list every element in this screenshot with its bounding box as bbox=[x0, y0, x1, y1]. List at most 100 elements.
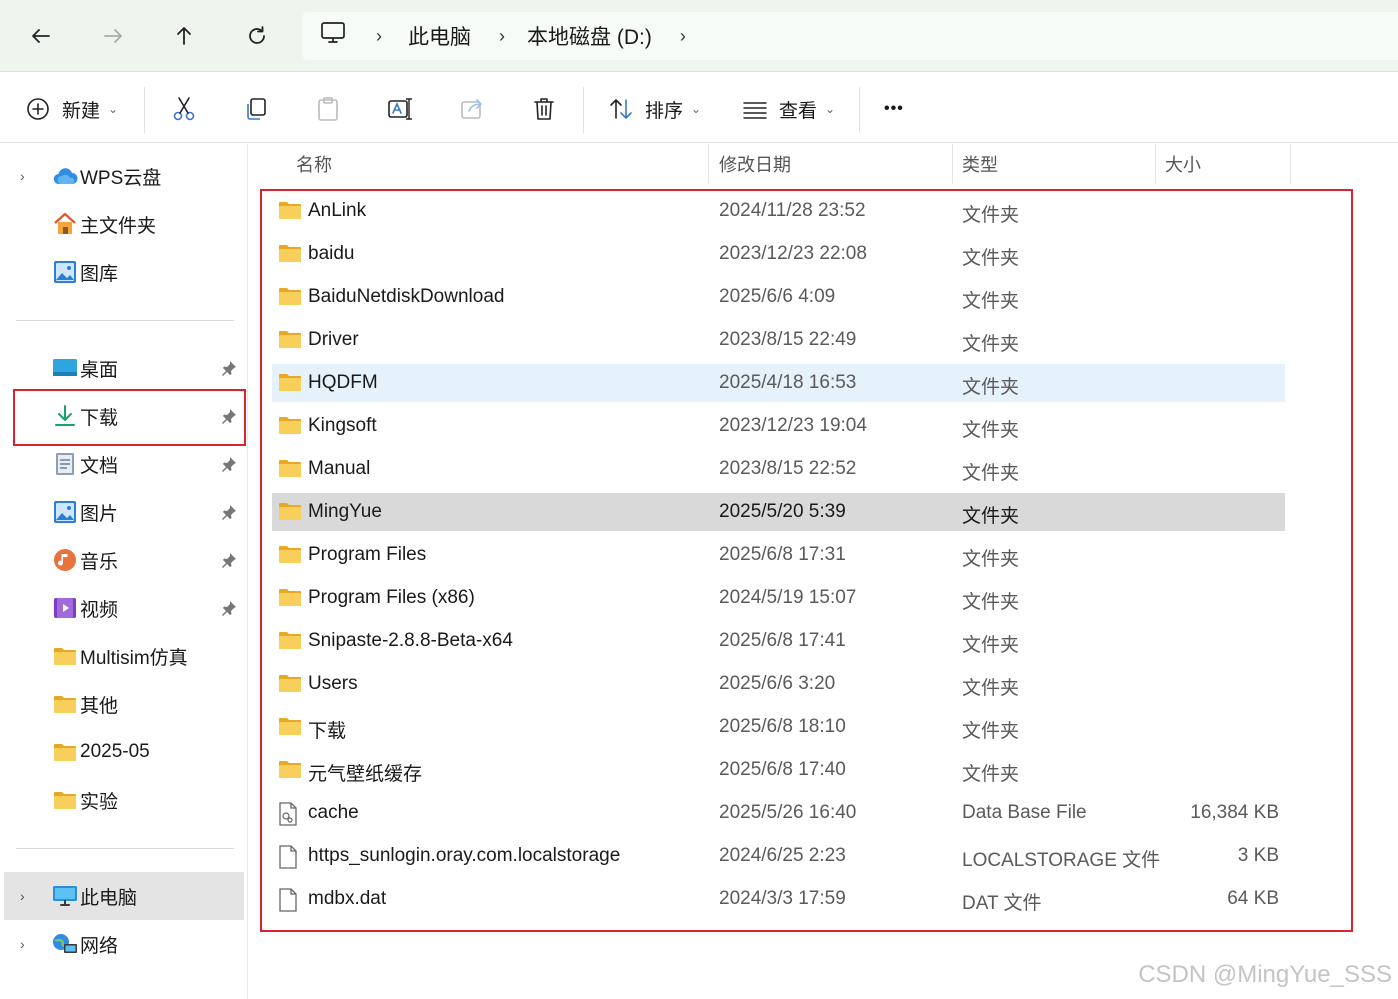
sidebar-item-label: 视频 bbox=[80, 599, 119, 621]
sidebar-item-label: Multisim仿真 bbox=[80, 647, 188, 669]
toolbar-divider bbox=[859, 87, 860, 133]
folder-icon bbox=[52, 643, 78, 669]
sidebar-item-label: 实验 bbox=[80, 791, 119, 813]
sidebar-item-label: 图库 bbox=[80, 263, 119, 285]
sidebar-item-gallery[interactable]: 图库 bbox=[4, 252, 244, 292]
column-header-type[interactable]: 类型 bbox=[962, 144, 998, 184]
sidebar-item-network[interactable]: › 网络 bbox=[4, 924, 244, 964]
sidebar-item-label: 其他 bbox=[80, 695, 119, 717]
pin-icon[interactable] bbox=[220, 503, 238, 527]
new-button[interactable]: 新建 ⌄ bbox=[26, 91, 118, 127]
view-label: 查看 bbox=[779, 100, 818, 122]
folder-icon bbox=[52, 739, 78, 765]
clipboard-icon bbox=[318, 97, 338, 121]
sidebar-item-this-pc[interactable]: › 此电脑 bbox=[4, 872, 244, 920]
refresh-button[interactable] bbox=[235, 14, 279, 58]
column-header-date[interactable]: 修改日期 bbox=[719, 144, 791, 184]
navigation-pane: › WPS云盘 主文件夹 图库 桌面 下载 文档 图片 音乐 视频 Multis… bbox=[0, 144, 248, 999]
sidebar-divider bbox=[16, 848, 234, 849]
forward-arrow-icon bbox=[104, 29, 122, 43]
sidebar-item-label: 文档 bbox=[80, 455, 119, 477]
rename-icon bbox=[388, 98, 413, 120]
sidebar-item-2025-05[interactable]: 2025-05 bbox=[4, 732, 244, 772]
plus-circle-icon bbox=[27, 98, 49, 120]
cloud-icon bbox=[52, 163, 78, 189]
up-button[interactable] bbox=[162, 14, 206, 58]
expand-chevron-icon[interactable]: › bbox=[20, 936, 25, 952]
sidebar-item-music[interactable]: 音乐 bbox=[4, 540, 244, 580]
more-options-button[interactable]: ••• bbox=[884, 91, 904, 127]
command-bar: 新建 ⌄ 排序 ⌄ 查看 ⌄ ••• bbox=[0, 73, 1398, 143]
sidebar-item-multisim[interactable]: Multisim仿真 bbox=[4, 636, 244, 676]
chevron-down-icon: ⌄ bbox=[108, 102, 119, 116]
share-icon bbox=[461, 99, 482, 119]
gallery-icon bbox=[52, 259, 78, 285]
sidebar-item-experiment[interactable]: 实验 bbox=[4, 780, 244, 820]
pin-icon[interactable] bbox=[220, 599, 238, 623]
refresh-icon bbox=[249, 26, 265, 44]
breadcrumb-chevron-icon[interactable]: › bbox=[499, 26, 505, 47]
back-arrow-icon bbox=[32, 29, 50, 43]
trash-icon bbox=[534, 98, 554, 120]
navigation-bar: › 此电脑 › 本地磁盘 (D:) › bbox=[0, 0, 1398, 72]
share-button[interactable] bbox=[459, 91, 485, 127]
sidebar-item-documents[interactable]: 文档 bbox=[4, 444, 244, 484]
red-highlight-box bbox=[13, 389, 246, 446]
list-view-icon bbox=[743, 102, 767, 119]
breadcrumb-drive-d[interactable]: 本地磁盘 (D:) bbox=[527, 21, 652, 51]
sidebar-item-other[interactable]: 其他 bbox=[4, 684, 244, 724]
expand-chevron-icon[interactable]: › bbox=[20, 168, 25, 184]
sidebar-item-label: 此电脑 bbox=[80, 887, 138, 909]
delete-button[interactable] bbox=[531, 91, 557, 127]
pin-icon[interactable] bbox=[220, 551, 238, 575]
paste-button[interactable] bbox=[315, 91, 341, 127]
sidebar-item-label: 网络 bbox=[80, 935, 119, 957]
sort-icon bbox=[610, 99, 632, 119]
sidebar-item-label: 2025-05 bbox=[80, 741, 150, 762]
column-header-size[interactable]: 大小 bbox=[1165, 144, 1201, 184]
scissors-icon bbox=[173, 97, 195, 121]
breadcrumb-chevron-icon[interactable]: › bbox=[376, 26, 382, 47]
breadcrumb-this-pc[interactable]: 此电脑 bbox=[408, 21, 471, 51]
toolbar-divider bbox=[144, 87, 145, 133]
back-button[interactable] bbox=[19, 14, 63, 58]
sidebar-item-home[interactable]: 主文件夹 bbox=[4, 204, 244, 244]
sidebar-item-label: 图片 bbox=[80, 503, 119, 525]
sidebar-item-pictures[interactable]: 图片 bbox=[4, 492, 244, 532]
music-icon bbox=[52, 547, 78, 573]
folder-icon bbox=[52, 691, 78, 717]
more-options-icon: ••• bbox=[884, 100, 904, 117]
sidebar-item-wps-cloud[interactable]: › WPS云盘 bbox=[4, 156, 244, 196]
column-resize-handle[interactable] bbox=[1155, 144, 1156, 184]
sidebar-divider bbox=[16, 320, 234, 321]
pin-icon[interactable] bbox=[220, 359, 238, 383]
sidebar-item-label: 桌面 bbox=[80, 359, 119, 381]
home-icon bbox=[52, 211, 78, 237]
column-header-name[interactable]: 名称 bbox=[296, 144, 332, 184]
watermark: CSDN @MingYue_SSS bbox=[1138, 961, 1392, 988]
sidebar-item-desktop[interactable]: 桌面 bbox=[4, 348, 244, 388]
sidebar-item-videos[interactable]: 视频 bbox=[4, 588, 244, 628]
view-button[interactable]: 查看 ⌄ bbox=[742, 91, 835, 127]
forward-button[interactable] bbox=[91, 14, 135, 58]
up-arrow-icon bbox=[177, 27, 191, 45]
column-resize-handle[interactable] bbox=[952, 144, 953, 184]
sidebar-item-label: WPS云盘 bbox=[80, 167, 162, 189]
sidebar-item-label: 音乐 bbox=[80, 551, 119, 573]
pin-icon[interactable] bbox=[220, 455, 238, 479]
this-pc-icon bbox=[52, 883, 78, 909]
expand-chevron-icon[interactable]: › bbox=[20, 888, 25, 904]
column-resize-handle[interactable] bbox=[708, 144, 709, 184]
sort-label: 排序 bbox=[645, 100, 684, 122]
column-resize-handle[interactable] bbox=[1290, 144, 1291, 184]
rename-button[interactable] bbox=[387, 91, 413, 127]
network-icon bbox=[52, 931, 78, 957]
toolbar-divider bbox=[583, 87, 584, 133]
sort-button[interactable]: 排序 ⌄ bbox=[608, 91, 701, 127]
breadcrumb-chevron-icon[interactable]: › bbox=[680, 26, 686, 47]
cut-button[interactable] bbox=[171, 91, 197, 127]
pictures-icon bbox=[52, 499, 78, 525]
document-icon bbox=[52, 451, 78, 477]
copy-button[interactable] bbox=[243, 91, 269, 127]
address-bar[interactable]: › 此电脑 › 本地磁盘 (D:) › bbox=[302, 12, 1398, 60]
